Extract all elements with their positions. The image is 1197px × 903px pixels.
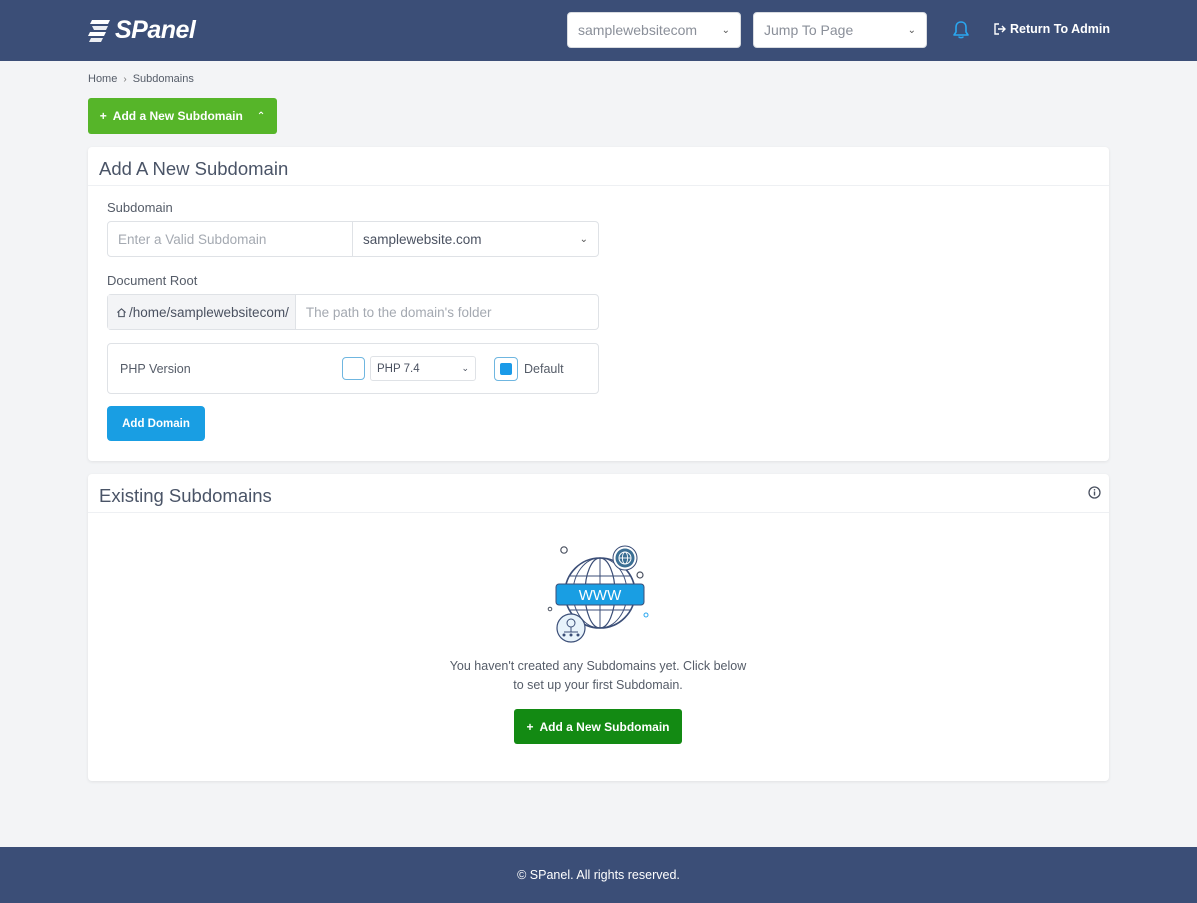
top-navbar: SPanel samplewebsitecom ⌄ Jump To Page ⌄…	[0, 0, 1197, 61]
footer: © SPanel. All rights reserved.	[0, 847, 1197, 903]
document-root-prefix: /home/samplewebsitecom/	[108, 295, 296, 329]
domain-select-value: samplewebsite.com	[363, 231, 482, 247]
php-version-select[interactable]: PHP 7.4 ⌄	[370, 356, 476, 381]
card-divider	[88, 185, 1109, 186]
php-version-label: PHP Version	[120, 362, 191, 376]
plus-icon: +	[526, 719, 534, 734]
default-checkbox[interactable]	[494, 357, 518, 381]
default-label: Default	[524, 362, 564, 376]
subdomain-label: Subdomain	[107, 200, 173, 215]
footer-text: © SPanel. All rights reserved.	[517, 868, 680, 882]
subdomain-input-group: Enter a Valid Subdomain samplewebsite.co…	[107, 221, 599, 257]
bell-icon[interactable]	[952, 20, 970, 40]
existing-subdomains-card: Existing Subdomains WWW You haven't crea…	[88, 474, 1109, 781]
domain-select[interactable]: samplewebsite.com ⌄	[353, 222, 598, 256]
add-subdomain-title: Add A New Subdomain	[99, 158, 289, 179]
document-root-input[interactable]: The path to the domain's folder	[296, 295, 598, 329]
info-icon[interactable]	[1088, 486, 1101, 499]
document-root-input-group: /home/samplewebsitecom/ The path to the …	[107, 294, 599, 330]
chevron-up-icon: ⌃	[256, 110, 266, 122]
return-to-admin-label: Return To Admin	[1010, 22, 1110, 36]
home-icon	[117, 307, 126, 317]
spanel-logo-icon	[88, 20, 110, 42]
chevron-right-icon: ›	[123, 73, 127, 85]
logo-text: SPanel	[115, 15, 196, 44]
plus-icon: +	[99, 109, 107, 123]
return-to-admin-link[interactable]: Return To Admin	[994, 22, 1110, 36]
chevron-down-icon: ⌄	[907, 24, 916, 36]
www-globe-illustration: WWW	[547, 545, 649, 643]
toggle-add-subdomain-button[interactable]: + Add a New Subdomain ⌃	[88, 98, 277, 134]
breadcrumb-home[interactable]: Home	[88, 73, 117, 85]
chevron-down-icon: ⌄	[721, 24, 730, 36]
checkbox-checked-icon	[500, 363, 512, 375]
php-version-box: PHP Version PHP 7.4 ⌄ Default	[107, 343, 599, 394]
chevron-down-icon: ⌄	[579, 233, 588, 245]
document-root-label: Document Root	[107, 273, 198, 288]
www-label: WWW	[579, 587, 622, 604]
php-version-checkbox[interactable]	[342, 357, 365, 380]
add-new-subdomain-button[interactable]: + Add a New Subdomain	[514, 709, 682, 744]
existing-subdomains-title: Existing Subdomains	[99, 485, 272, 506]
document-root-prefix-text: /home/samplewebsitecom/	[129, 304, 289, 320]
breadcrumb-current: Subdomains	[132, 73, 194, 85]
card-divider	[88, 512, 1109, 513]
chevron-down-icon: ⌄	[461, 363, 469, 373]
add-new-subdomain-label: Add a New Subdomain	[539, 719, 670, 734]
jump-to-page-select[interactable]: Jump To Page ⌄	[753, 12, 927, 48]
toggle-add-subdomain-label: Add a New Subdomain	[112, 109, 243, 123]
site-select-value: samplewebsitecom	[578, 22, 698, 38]
breadcrumb: Home › Subdomains	[88, 73, 194, 85]
add-domain-button[interactable]: Add Domain	[107, 406, 205, 441]
spanel-logo[interactable]: SPanel	[88, 15, 196, 44]
sign-out-icon	[994, 23, 1006, 35]
add-subdomain-card: Add A New Subdomain Subdomain Enter a Va…	[88, 147, 1109, 461]
subdomain-input[interactable]: Enter a Valid Subdomain	[108, 222, 353, 256]
empty-state-message: You haven't created any Subdomains yet. …	[449, 659, 747, 692]
php-version-value: PHP 7.4	[377, 362, 420, 375]
jump-select-value: Jump To Page	[764, 22, 854, 38]
site-select[interactable]: samplewebsitecom ⌄	[567, 12, 741, 48]
